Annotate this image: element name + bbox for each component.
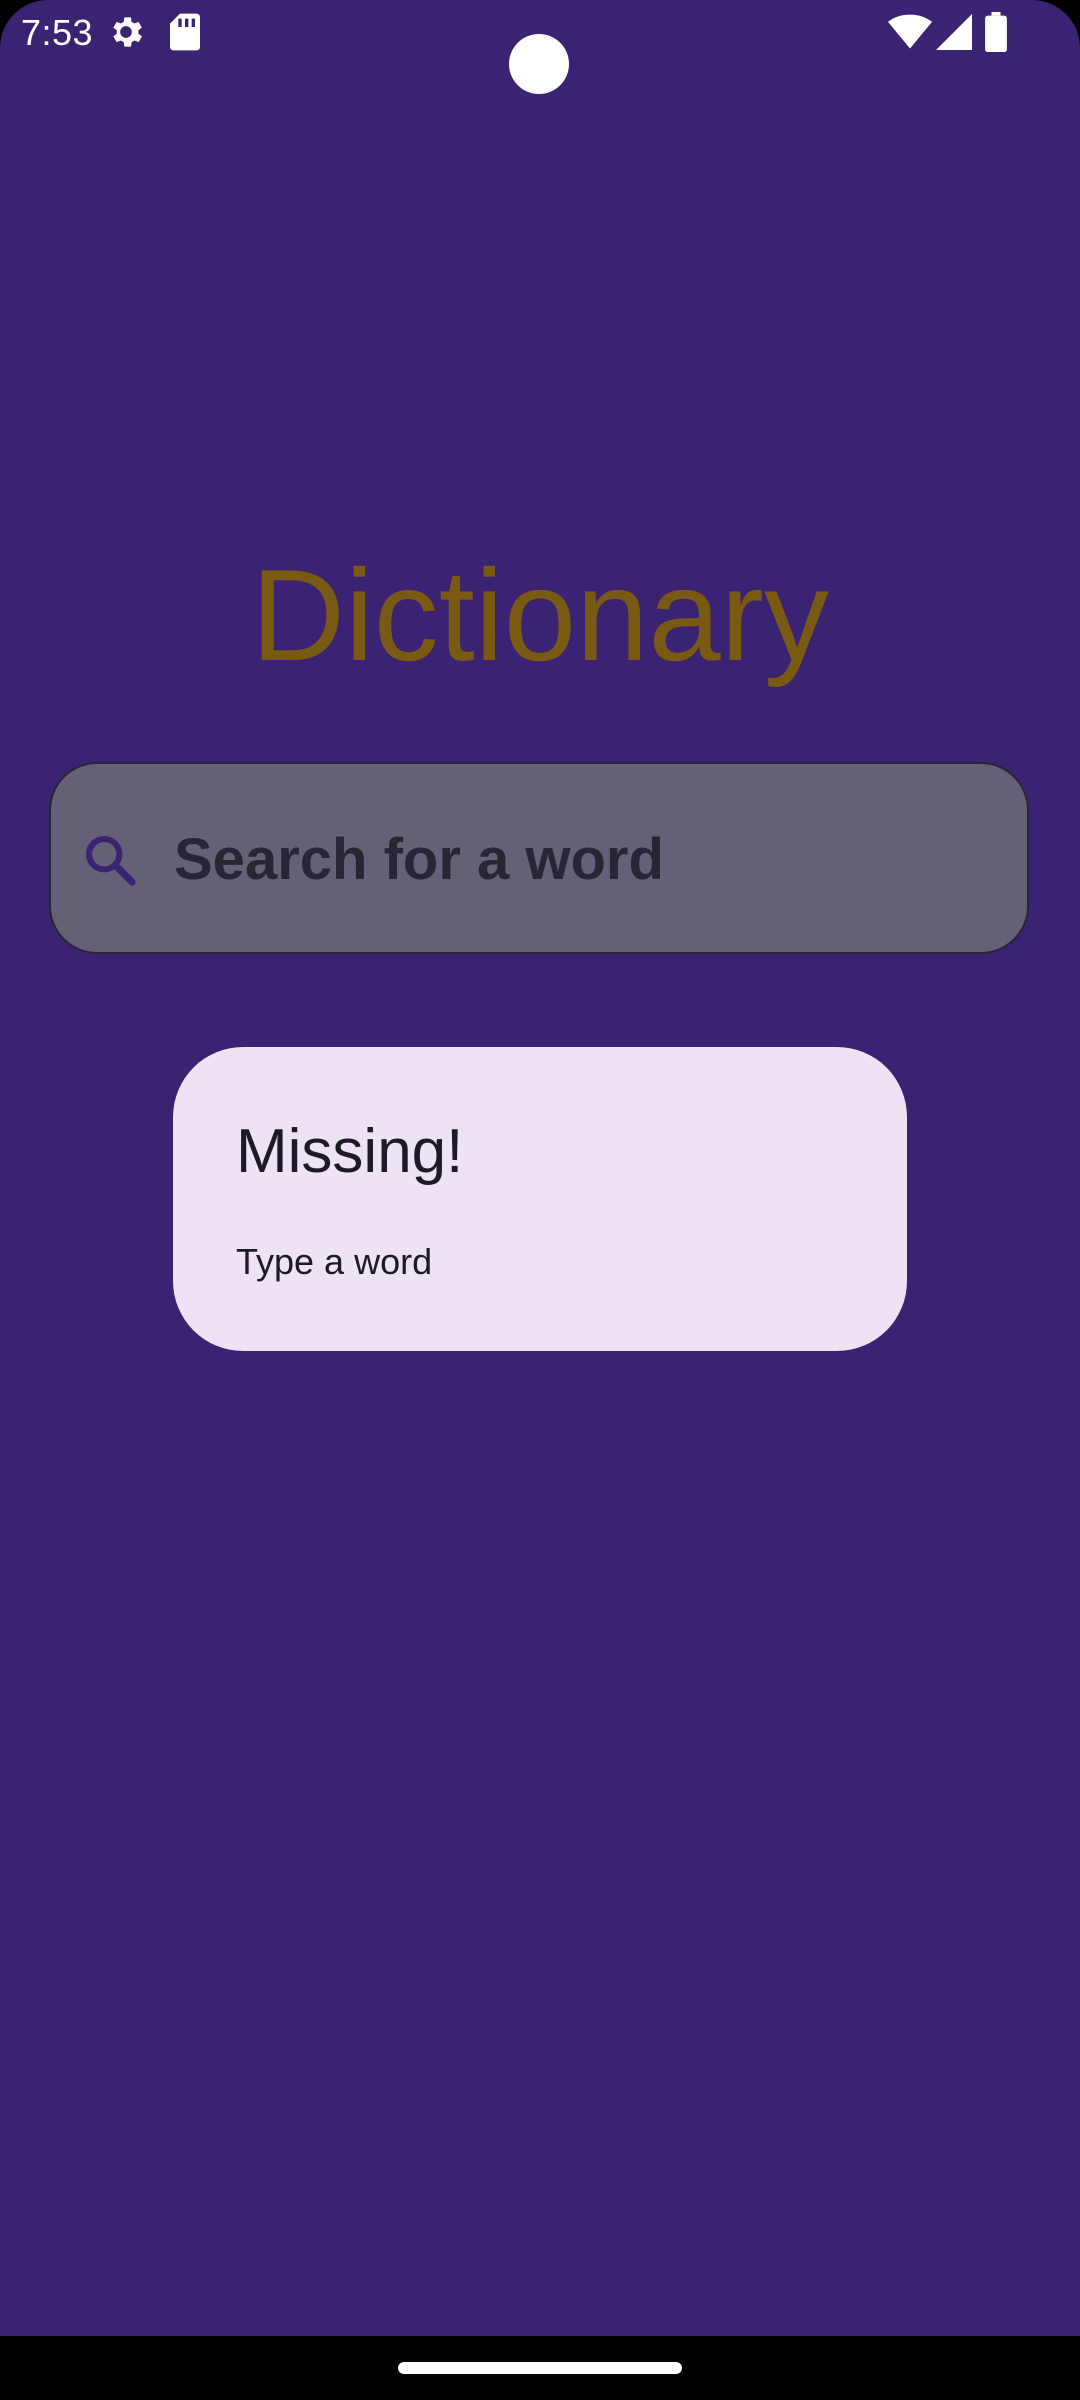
sd-card-icon — [170, 13, 200, 51]
wifi-icon — [888, 14, 932, 49]
card-subtitle: Type a word — [236, 1241, 433, 1282]
gear-icon — [113, 17, 142, 47]
cellular-signal-icon — [936, 14, 972, 50]
status-time: 7:53 — [21, 12, 94, 53]
search-placeholder[interactable]: Search for a word — [174, 826, 664, 894]
app-screen: 7:53 Dictionary Search for a word Missin… — [0, 0, 1080, 2400]
card-title: Missing! — [236, 1117, 464, 1186]
search-icon[interactable] — [82, 832, 138, 888]
home-gesture-handle[interactable] — [398, 2362, 682, 2374]
front-camera — [509, 34, 569, 94]
app-title: Dictionary — [251, 542, 829, 688]
result-card — [173, 1047, 907, 1351]
battery-icon — [985, 12, 1007, 52]
